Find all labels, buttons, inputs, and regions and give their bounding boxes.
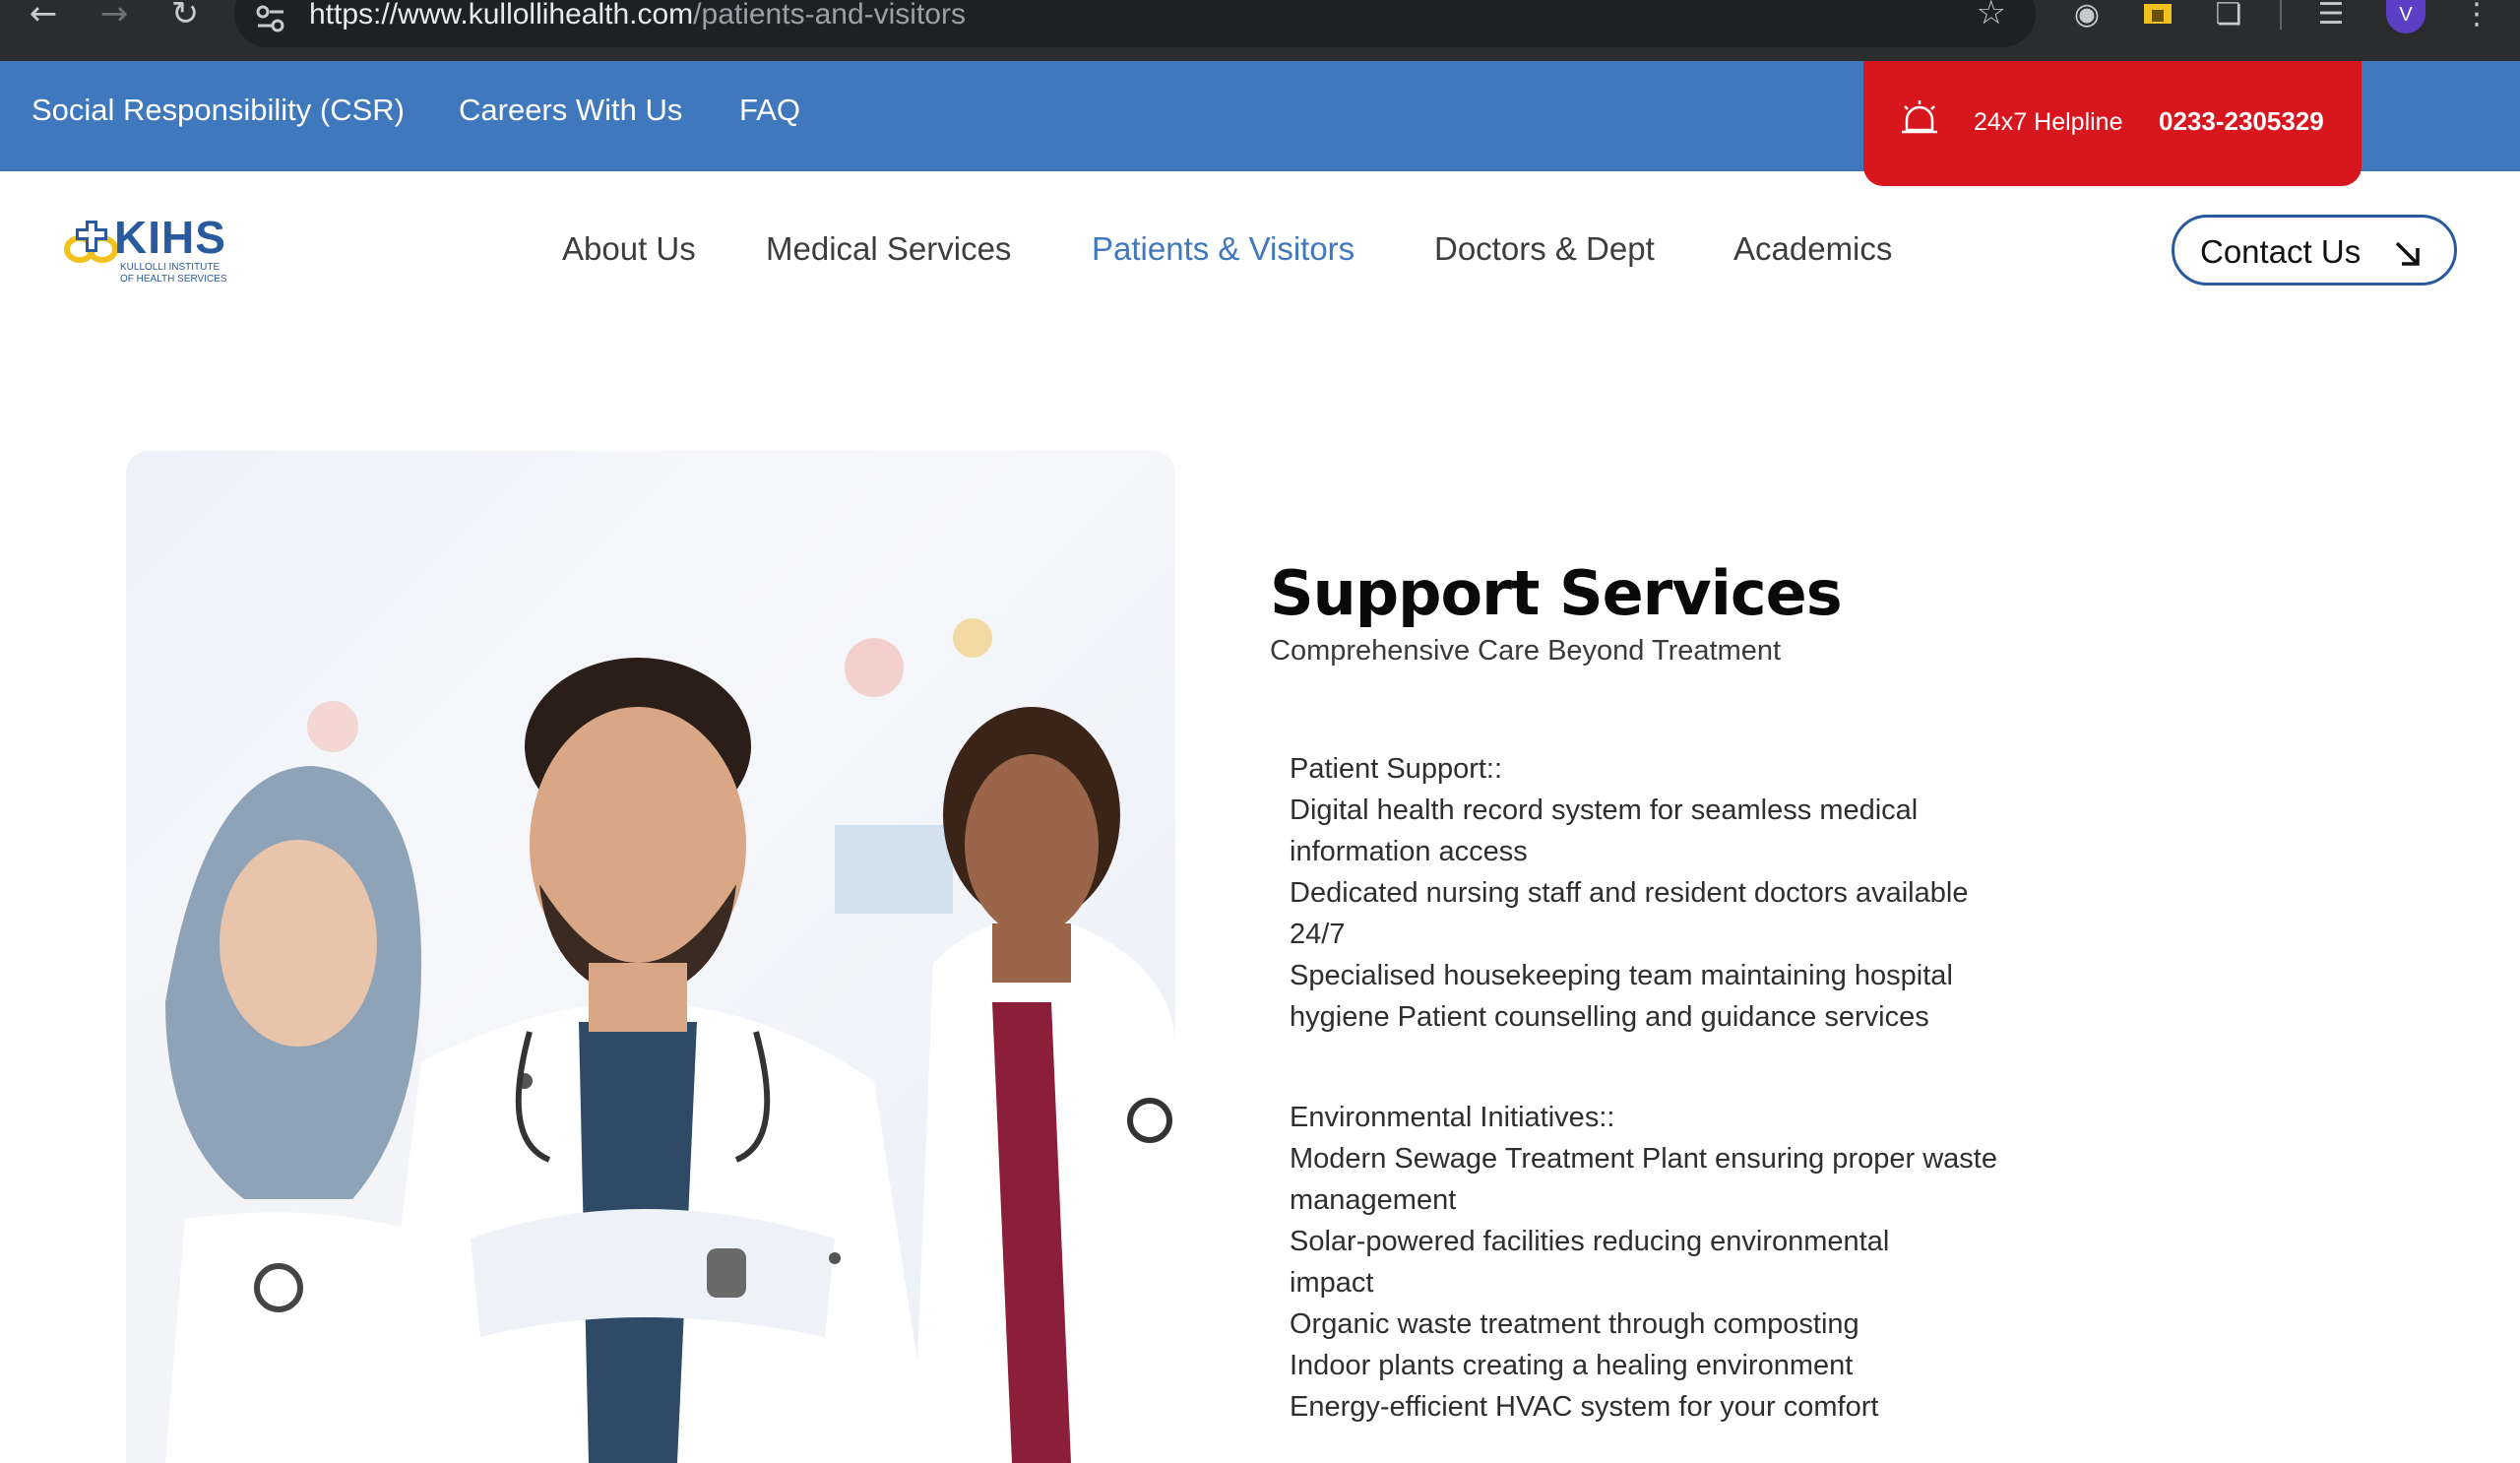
faq-link[interactable]: FAQ <box>739 93 800 128</box>
csr-link[interactable]: Social Responsibility (CSR) <box>32 93 405 128</box>
patient-support-line: Dedicated nursing staff and resident doc… <box>1290 877 1969 909</box>
site-settings-icon[interactable] <box>254 2 287 35</box>
logo-emblem-icon <box>64 221 118 263</box>
media-queue-icon[interactable]: ☰ <box>2311 0 2351 33</box>
address-bar[interactable]: https://www.kullollihealth.com/patients-… <box>234 0 2036 47</box>
nav-about-us[interactable]: About Us <box>562 230 696 268</box>
section-title: Support Services <box>1270 557 1843 629</box>
environmental-initiatives-block: Environmental Initiatives:: Modern Sewag… <box>1290 1097 2077 1428</box>
environmental-line: Solar-powered facilities reducing enviro… <box>1290 1226 1890 1257</box>
back-arrow-icon[interactable]: ← <box>24 0 63 31</box>
logo-subtitle-line2: OF HEALTH SERVICES <box>120 274 227 285</box>
logo-wordmark: KIHS <box>114 212 226 263</box>
browser-menu-icon[interactable]: ⋮ <box>2457 0 2496 33</box>
toolbar-divider <box>2280 0 2282 30</box>
helpline-number[interactable]: 0233-2305329 <box>2159 106 2324 137</box>
extension-folder-icon[interactable] <box>2138 0 2177 33</box>
environmental-line: Organic waste treatment through composti… <box>1290 1308 1859 1340</box>
helpline-badge[interactable]: 24x7 Helpline 0233-2305329 <box>1863 61 2362 186</box>
extensions-puzzle-icon[interactable]: ❏ <box>2209 0 2248 33</box>
url-text: https://www.kullollihealth.com/patients-… <box>309 0 966 32</box>
environmental-line: impact <box>1290 1267 1374 1299</box>
nav-patients-visitors[interactable]: Patients & Visitors <box>1092 230 1354 268</box>
patient-support-heading: Patient Support:: <box>1290 753 1503 785</box>
careers-link[interactable]: Careers With Us <box>459 93 682 128</box>
url-path: /patients-and-visitors <box>693 0 966 31</box>
nav-medical-services[interactable]: Medical Services <box>766 230 1011 268</box>
patient-support-line: Specialised housekeeping team maintainin… <box>1290 960 1953 991</box>
helpline-label: 24x7 Helpline <box>1974 108 2123 136</box>
environmental-line: Energy-efficient HVAC system for your co… <box>1290 1391 1879 1423</box>
kihs-logo[interactable]: KIHS KULLOLLI INSTITUTE OF HEALTH SERVIC… <box>63 213 250 287</box>
patient-support-line: Digital health record system for seamles… <box>1290 795 1919 826</box>
environmental-line: management <box>1290 1184 1457 1216</box>
section-subtitle: Comprehensive Care Beyond Treatment <box>1270 635 1782 667</box>
arrow-down-right-icon <box>2395 241 2420 266</box>
logo-subtitle-line1: KULLOLLI INSTITUTE <box>120 262 220 273</box>
contact-us-label: Contact Us <box>2200 233 2362 270</box>
environmental-heading: Environmental Initiatives:: <box>1290 1102 1615 1133</box>
contact-us-button[interactable]: Contact Us <box>2172 215 2457 286</box>
forward-arrow-icon[interactable]: → <box>94 0 134 31</box>
environmental-line: Indoor plants creating a healing environ… <box>1290 1350 1854 1381</box>
url-host: https://www.kullollihealth.com <box>309 0 694 31</box>
patient-support-block: Patient Support:: Digital health record … <box>1290 748 2077 1038</box>
nav-doctors-dept[interactable]: Doctors & Dept <box>1434 230 1655 268</box>
bookmark-star-icon[interactable]: ☆ <box>1977 0 2006 30</box>
nav-academics[interactable]: Academics <box>1733 230 1892 268</box>
patient-support-line: hygiene Patient counselling and guidance… <box>1290 1001 1929 1033</box>
patient-support-line: information access <box>1290 836 1528 867</box>
alarm-bell-icon <box>1902 100 1937 134</box>
reload-icon[interactable]: ↻ <box>165 0 205 31</box>
browser-toolbar: ← → ↻ https://www.kullollihealth.com/pat… <box>0 0 2520 61</box>
environmental-line: Modern Sewage Treatment Plant ensuring p… <box>1290 1143 1997 1175</box>
profile-avatar[interactable]: V <box>2386 0 2426 33</box>
patient-support-line: 24/7 <box>1290 919 1346 950</box>
doctors-team-photo <box>126 451 1175 1463</box>
record-icon[interactable]: ◉ <box>2067 0 2107 33</box>
